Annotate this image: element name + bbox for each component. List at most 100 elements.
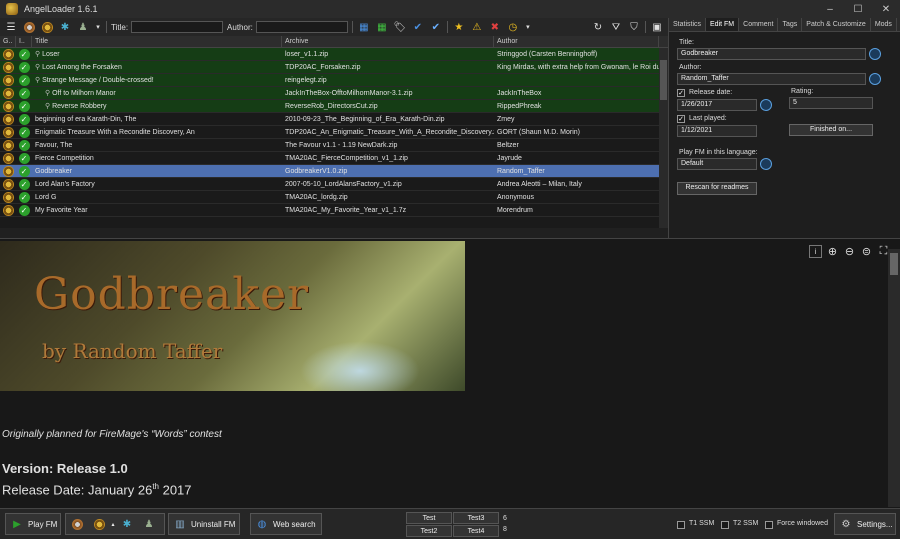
filter-toggle-icon[interactable]: ⛉ [627,20,641,34]
thief1-launch-icon[interactable] [70,517,84,531]
release-date-filter-icon[interactable]: ▦ [357,20,371,34]
test4-button[interactable]: Test4 [453,525,499,537]
column-installed[interactable]: I.. [16,36,32,47]
installed-check-icon: ✓ [16,191,32,203]
table-row[interactable]: ✓ ⚲ Off to Milhorn Manor JackInTheBox-Offt… [0,87,668,100]
table-row[interactable]: ✓ ⚲ Strange Message / Double-crossed! rein… [0,74,668,87]
grid-scrollbar-thumb[interactable] [660,60,667,100]
thief2-filter-icon[interactable] [40,20,54,34]
language-select[interactable]: Default [677,158,757,170]
row-archive: JackInTheBox-OfftoMilhornManor-3.1.zip [285,89,413,97]
menu-icon[interactable]: ☰ [4,20,18,34]
author-field[interactable]: Random_Taffer [677,73,866,85]
column-game[interactable]: G.. [0,36,16,47]
release-date-search-icon[interactable] [760,99,772,111]
table-row[interactable]: ✓ Godbreaker GodbreakerV1.0.zip Random_Taff… [0,165,668,178]
table-row[interactable]: ✓ Enigmatic Treasure With a Recondite Dis… [0,126,668,139]
uninstall-fm-button[interactable]: ▥ Uninstall FM [168,513,240,535]
rating-select[interactable]: 5 [789,97,873,109]
title-bar: AngelLoader 1.6.1 – ☐ ✕ [0,0,900,18]
finished-filter-icon[interactable]: ✔ [411,20,425,34]
row-title-text: Off to Milhorn Manor [52,89,116,97]
column-title[interactable]: Title [32,36,282,47]
tab-edit-fm[interactable]: Edit FM [706,18,740,31]
thief3-launch-icon[interactable]: ✱ [120,517,134,531]
web-search-button[interactable]: ◍ Web search [250,513,322,535]
unfinished-filter-icon[interactable]: ✔ [429,20,443,34]
rescan-readmes-button[interactable]: Rescan for readmes [677,182,757,195]
table-row[interactable]: ✓ Lord G TMA20AC_lordg.zip Anonymous [0,191,668,204]
game-dropdown-icon[interactable]: ▾ [94,20,102,34]
last-played-picker[interactable]: 1/12/2021 [677,125,757,137]
column-author[interactable]: Author [494,36,659,47]
finished-on-button[interactable]: Finished on... [789,124,873,136]
row-title: Lord G [32,191,282,204]
clear-filters-icon[interactable]: ⛛ [609,20,623,34]
maximize-button[interactable]: ☐ [844,0,872,18]
last-played-checkbox[interactable]: ✓ [677,115,685,123]
title-search-icon[interactable] [869,48,881,60]
author-search-icon[interactable] [869,73,881,85]
game-gear-icon [0,113,16,125]
readme-scrollbar[interactable] [888,249,900,507]
table-row[interactable]: ✓ My Favorite Year TMA20AC_My_Favorite_Yea… [0,204,668,217]
zoom-out-icon[interactable]: ⊖ [843,245,856,258]
release-date-checkbox[interactable]: ✓ [677,89,685,97]
table-row[interactable]: ✓ Lord Alan's Factory 2007-05-10_LordAlans… [0,178,668,191]
release-date-picker[interactable]: 1/26/2017 [677,99,757,111]
tab-tags[interactable]: Tags [778,18,803,31]
settings-button[interactable]: ⚙ Settings... [834,513,896,535]
last-played-filter-icon[interactable]: ▦ [375,20,389,34]
ss2-launch-icon[interactable]: ♟ [142,517,156,531]
row-title-text: beginning of era Karath-Din, The [35,115,137,123]
encoding-icon[interactable]: ⅰ [809,245,822,258]
row-author: King Mirdas, with extra help from Gwonam… [497,63,659,71]
title-field[interactable]: Godbreaker [677,48,866,60]
readme-scrollbar-thumb[interactable] [890,253,898,275]
uninstall-icon: ▥ [175,518,185,530]
test-button[interactable]: Test [406,512,452,524]
t2-ssm-checkbox[interactable] [721,521,729,529]
play-fm-button[interactable]: ▶ Play FM [5,513,61,535]
table-row[interactable]: ✓ ⚲ Reverse Robbery ReverseRob_DirectorsCu… [0,100,668,113]
row-title-text: Strange Message / Double-crossed! [42,76,154,84]
table-row[interactable]: ✓ ⚲ Lost Among the Forsaken TDP20AC_Forsak… [0,61,668,74]
filter-dropdown-icon[interactable]: ▾ [524,20,532,34]
test2-button[interactable]: Test2 [406,525,452,537]
thief3-filter-icon[interactable]: ✱ [58,20,72,34]
banner-title: Godbreaker [34,269,310,320]
table-row[interactable]: ✓ beginning of era Karath-Din, The 2010-09… [0,113,668,126]
author-filter-input[interactable] [255,21,348,33]
title-filter-input[interactable] [131,21,224,33]
tab-mods[interactable]: Mods [871,18,897,31]
test3-button[interactable]: Test3 [453,512,499,524]
thief1-filter-icon[interactable] [22,20,36,34]
refresh-icon[interactable]: ↻ [591,20,605,34]
table-row[interactable]: ✓ Favour, The The Favour v1.1 - 1.19 NewDa… [0,139,668,152]
zoom-in-icon[interactable]: ⊕ [826,245,839,258]
rating-filter-icon[interactable]: ★ [452,20,466,34]
column-archive[interactable]: Archive [282,36,494,47]
ss2-filter-icon[interactable]: ♟ [76,20,90,34]
grid-scrollbar[interactable] [659,48,668,228]
minimize-button[interactable]: – [816,0,844,18]
tab-statistics[interactable]: Statistics [669,18,707,31]
close-button[interactable]: ✕ [872,0,900,18]
panel-tabs: Statistics Edit FM Comment Tags Patch & … [669,18,900,32]
zoom-reset-icon[interactable]: ⊜ [860,245,873,258]
language-detect-icon[interactable] [760,158,772,170]
tags-filter-icon[interactable]: 🏷 [393,20,407,34]
thief2-launch-icon[interactable] [92,517,106,531]
layout-toggle-icon[interactable]: ▣ [650,20,664,34]
table-row[interactable]: ✓ ⚲ Loser loser_v1.1.zip Stringgod (Carsten… [0,48,668,61]
t1-ssm-checkbox[interactable] [677,521,685,529]
recent-filter-icon[interactable]: ◷ [506,20,520,34]
tab-comment[interactable]: Comment [739,18,779,31]
rating-label: Rating: [791,88,814,95]
show-unsupported-icon[interactable]: ⚠ [470,20,484,34]
force-windowed-checkbox[interactable] [765,521,773,529]
tab-patch-customize[interactable]: Patch & Customize [802,18,871,31]
show-unavailable-icon[interactable]: ✖ [488,20,502,34]
thief2-mp-dropdown-icon[interactable]: ▴ [110,517,116,531]
table-row[interactable]: ✓ Fierce Competition TMA20AC_FierceCompeti… [0,152,668,165]
